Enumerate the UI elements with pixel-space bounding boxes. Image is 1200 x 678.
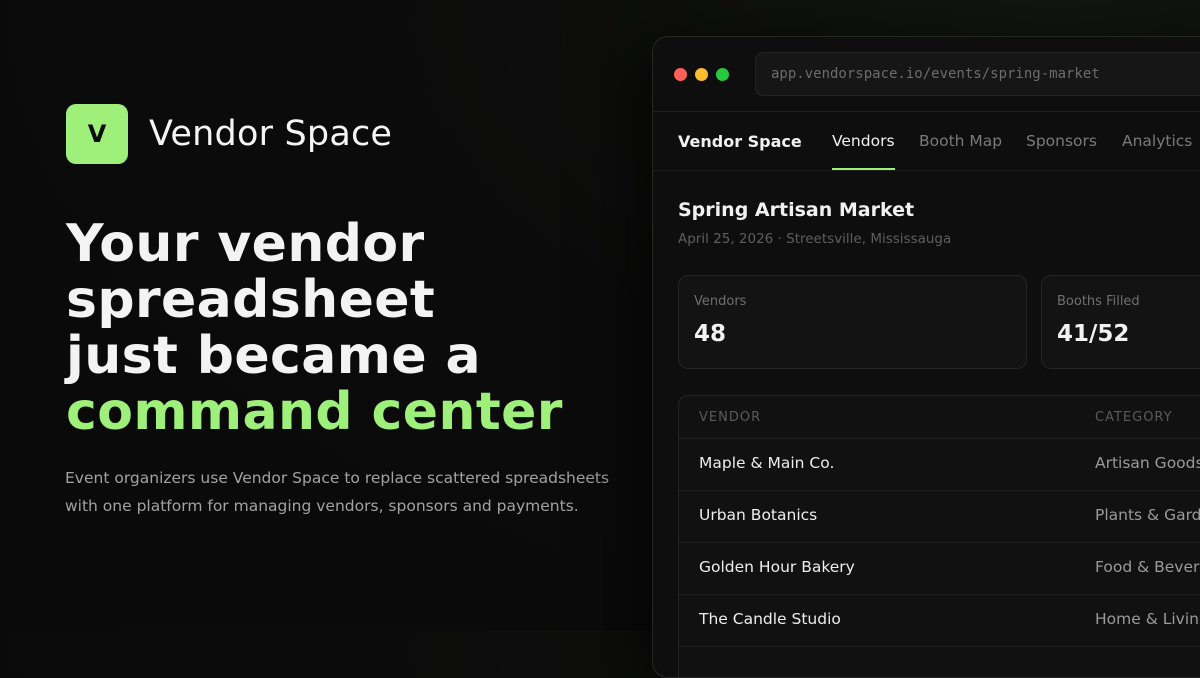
vendor-category: Food & Beverage [1095,558,1200,576]
stat-card-booths-filled: Booths Filled 41/52 [1041,275,1200,369]
hero-subcopy: Event organizers use Vendor Space to rep… [65,469,610,515]
stat-label: Booths Filled [1057,294,1140,309]
tab-vendors[interactable]: Vendors [832,132,895,170]
event-meta: April 25, 2026 · Streetsville, Mississau… [678,231,952,247]
table-row[interactable]: The Candle Studio Home & Living [679,595,1200,647]
vendor-table: VENDOR CATEGORY Maple & Main Co. Artisan… [678,395,1200,677]
table-row[interactable]: Maple & Main Co. Artisan Goods [679,439,1200,491]
brand-lockup: V Vendor Space [66,104,392,164]
address-bar[interactable]: app.vendorspace.io/events/spring-market [755,52,1200,96]
headline-line-2: spreadsheet [66,270,436,330]
vendor-category: Artisan Goods [1095,454,1200,472]
brand-name: Vendor Space [149,114,393,154]
stat-label: Vendors [694,294,747,309]
table-header: VENDOR CATEGORY [679,396,1200,439]
stat-card-vendors: Vendors 48 [678,275,1027,369]
browser-window: app.vendorspace.io/events/spring-market … [652,36,1200,678]
vendor-name: Maple & Main Co. [699,454,835,472]
window-controls [674,68,737,81]
vendor-name: Golden Hour Bakery [699,558,855,576]
tab-sponsors[interactable]: Sponsors [1026,132,1097,150]
headline-line-1: Your vendor [66,214,425,274]
brand-logo: V [66,104,128,164]
stat-value: 41/52 [1057,321,1130,347]
browser-titlebar: app.vendorspace.io/events/spring-market [653,37,1200,112]
table-row[interactable]: Urban Botanics Plants & Garden [679,491,1200,543]
app-nav: Vendor Space Vendors Booth Map Sponsors … [653,112,1200,171]
vendor-name: The Candle Studio [699,610,841,628]
brand-logo-letter: V [87,120,107,148]
vendor-category: Home & Living [1095,610,1200,628]
stat-value: 48 [694,321,727,347]
hero-headline: Your vendor spreadsheet just became a co… [66,216,563,440]
vendor-name: Urban Botanics [699,506,818,524]
column-header-vendor[interactable]: VENDOR [699,410,761,425]
column-header-category[interactable]: CATEGORY [1095,410,1173,425]
tab-analytics[interactable]: Analytics [1122,132,1192,150]
headline-line-3: just became a [66,326,482,386]
minimize-window-icon[interactable] [695,68,708,81]
tab-booth-map[interactable]: Booth Map [919,132,1002,150]
vendor-category: Plants & Garden [1095,506,1200,524]
maximize-window-icon[interactable] [716,68,729,81]
table-row[interactable]: Golden Hour Bakery Food & Beverage [679,543,1200,595]
app-brand[interactable]: Vendor Space [678,132,802,151]
close-window-icon[interactable] [674,68,687,81]
headline-accent: command center [66,382,563,442]
event-title: Spring Artisan Market [678,199,915,221]
